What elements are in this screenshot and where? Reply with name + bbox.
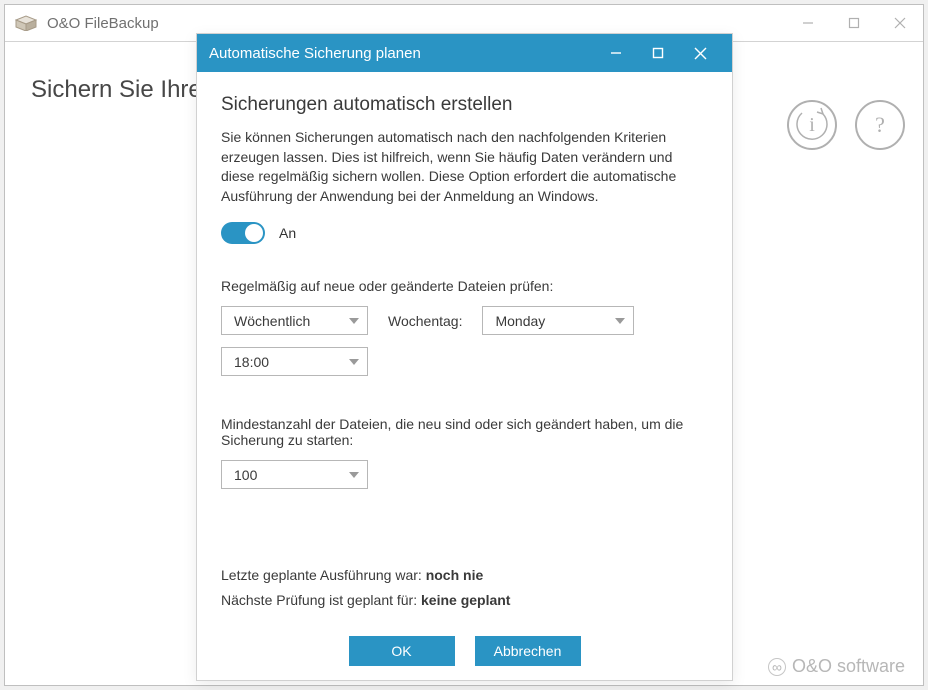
- dialog-description: Sie können Sicherungen automatisch nach …: [221, 128, 701, 206]
- toggle-knob: [245, 224, 263, 242]
- brand-suffix: software: [837, 656, 905, 676]
- min-files-label: Mindestanzahl der Dateien, die neu sind …: [221, 416, 691, 448]
- help-button[interactable]: ?: [855, 100, 905, 150]
- last-run-label: Letzte geplante Ausführung war:: [221, 567, 426, 583]
- dialog-maximize-button[interactable]: [638, 34, 678, 72]
- dialog-close-button[interactable]: [680, 34, 720, 72]
- dialog-body: Sicherungen automatisch erstellen Sie kö…: [197, 72, 732, 624]
- enable-toggle-row: An: [221, 222, 708, 244]
- brand-prefix: O&O: [792, 656, 832, 676]
- toggle-state-label: An: [279, 225, 296, 241]
- time-value: 18:00: [234, 354, 269, 370]
- brand-footer: ∞ O&O software: [768, 656, 905, 677]
- weekday-dropdown[interactable]: Monday: [482, 306, 634, 335]
- weekday-caption: Wochentag:: [388, 313, 462, 329]
- min-files-row: 100: [221, 460, 708, 489]
- main-window-controls: [785, 5, 923, 41]
- min-files-value: 100: [234, 467, 257, 483]
- chevron-down-icon: [349, 359, 359, 365]
- close-button[interactable]: [877, 5, 923, 41]
- chevron-down-icon: [349, 318, 359, 324]
- svg-text:i: i: [809, 114, 815, 136]
- frequency-value: Wöchentlich: [234, 313, 310, 329]
- dialog-minimize-button[interactable]: [596, 34, 636, 72]
- weekday-value: Monday: [495, 313, 545, 329]
- min-files-dropdown[interactable]: 100: [221, 460, 368, 489]
- frequency-row: Wöchentlich Wochentag: Monday: [221, 306, 708, 335]
- time-row: 18:00: [221, 347, 708, 376]
- check-frequency-label: Regelmäßig auf neue oder geänderte Datei…: [221, 278, 708, 294]
- time-dropdown[interactable]: 18:00: [221, 347, 368, 376]
- last-run-line: Letzte geplante Ausführung war: noch nie: [221, 563, 708, 588]
- app-icon: [15, 15, 37, 31]
- enable-toggle[interactable]: [221, 222, 265, 244]
- cancel-button[interactable]: Abbrechen: [475, 636, 581, 666]
- chevron-down-icon: [615, 318, 625, 324]
- dialog-window-controls: [596, 34, 720, 72]
- status-lines: Letzte geplante Ausführung war: noch nie…: [221, 563, 708, 612]
- ok-button[interactable]: OK: [349, 636, 455, 666]
- dialog-title: Automatische Sicherung planen: [209, 45, 421, 62]
- next-run-line: Nächste Prüfung ist geplant für: keine g…: [221, 588, 708, 613]
- next-run-value: keine geplant: [421, 592, 510, 608]
- minimize-button[interactable]: [785, 5, 831, 41]
- app-title: O&O FileBackup: [47, 15, 159, 32]
- dialog-button-bar: OK Abbrechen: [197, 624, 732, 680]
- frequency-dropdown[interactable]: Wöchentlich: [221, 306, 368, 335]
- schedule-dialog: Automatische Sicherung planen Sicherunge…: [196, 33, 733, 681]
- maximize-button[interactable]: [831, 5, 877, 41]
- toolbar-round-buttons: i ?: [787, 100, 905, 150]
- brand-logo-icon: ∞: [768, 658, 786, 676]
- dialog-heading: Sicherungen automatisch erstellen: [221, 94, 708, 116]
- last-run-value: noch nie: [426, 567, 484, 583]
- next-run-label: Nächste Prüfung ist geplant für:: [221, 592, 421, 608]
- dialog-titlebar: Automatische Sicherung planen: [197, 34, 732, 72]
- info-refresh-button[interactable]: i: [787, 100, 837, 150]
- chevron-down-icon: [349, 472, 359, 478]
